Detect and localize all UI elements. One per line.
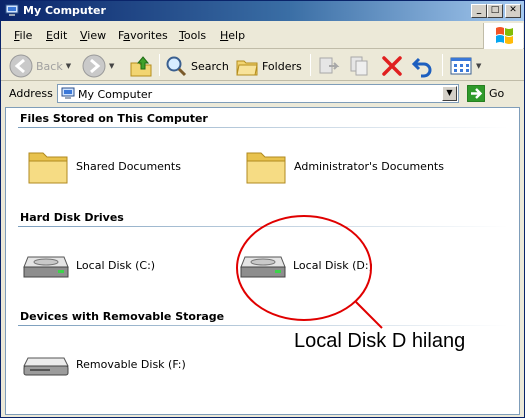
delete-button[interactable] bbox=[380, 53, 404, 79]
group-divider bbox=[18, 226, 508, 227]
forward-arrow-icon bbox=[82, 54, 106, 78]
menu-view[interactable]: View bbox=[80, 29, 106, 42]
minimize-button[interactable]: _ bbox=[471, 4, 487, 18]
folders-button[interactable]: Folders bbox=[235, 53, 302, 79]
my-computer-icon bbox=[5, 4, 19, 16]
file-view[interactable]: Files Stored on This Computer Shared Doc… bbox=[5, 107, 520, 415]
group-divider bbox=[18, 127, 508, 128]
delete-x-icon bbox=[382, 56, 402, 76]
undo-button[interactable] bbox=[411, 53, 435, 79]
address-dropdown-button[interactable]: ▼ bbox=[442, 86, 457, 101]
up-folder-button[interactable] bbox=[129, 53, 153, 79]
administrators-documents-item[interactable]: Administrator's Documents bbox=[244, 146, 444, 186]
move-to-button[interactable] bbox=[317, 53, 341, 79]
folder-icon bbox=[246, 152, 286, 184]
toolbar-separator bbox=[310, 54, 311, 76]
menu-help[interactable]: Help bbox=[220, 29, 245, 42]
folder-icon bbox=[28, 152, 68, 184]
go-arrow-icon bbox=[467, 85, 485, 102]
toolbar-separator bbox=[442, 54, 443, 76]
address-label: Address bbox=[9, 87, 53, 100]
explorer-window: My Computer _ □ ✕ File Edit View Favorit… bbox=[0, 0, 525, 418]
move-to-icon bbox=[319, 57, 340, 74]
windows-logo bbox=[483, 23, 523, 49]
local-disk-c-item[interactable]: Local Disk (C:) bbox=[22, 249, 155, 281]
search-button[interactable]: Search bbox=[164, 53, 229, 79]
group-divider bbox=[18, 325, 508, 326]
windows-flag-icon bbox=[496, 27, 513, 44]
group-header-hard-disk-drives: Hard Disk Drives bbox=[20, 211, 124, 224]
group-header-files: Files Stored on This Computer bbox=[20, 112, 208, 125]
annotation-text: Local Disk D hilang bbox=[294, 330, 466, 352]
hard-disk-icon bbox=[23, 256, 69, 278]
removable-disk-f-item[interactable]: Removable Disk (F:) bbox=[22, 348, 186, 380]
address-bar: Address My Computer ▼ Go bbox=[1, 82, 524, 105]
maximize-button[interactable]: □ bbox=[487, 4, 503, 18]
shared-documents-item[interactable]: Shared Documents bbox=[26, 146, 181, 186]
my-computer-icon bbox=[61, 87, 75, 99]
forward-button[interactable]: ▼ bbox=[82, 53, 114, 79]
standard-toolbar: Back ▼ ▼ Search Folders ▼ bbox=[1, 50, 524, 81]
toolbar-separator bbox=[159, 54, 160, 76]
menu-file[interactable]: File bbox=[14, 29, 32, 42]
copy-to-icon bbox=[350, 56, 368, 76]
back-button[interactable]: Back ▼ bbox=[9, 53, 71, 79]
menu-tools[interactable]: Tools bbox=[179, 29, 206, 42]
removable-disk-icon bbox=[23, 357, 69, 376]
group-header-removable-storage: Devices with Removable Storage bbox=[20, 310, 225, 323]
menu-edit[interactable]: Edit bbox=[46, 29, 67, 42]
window-title: My Computer bbox=[23, 4, 106, 17]
views-icon bbox=[450, 57, 472, 75]
menu-favorites[interactable]: Favorites bbox=[118, 29, 168, 42]
local-disk-d-item[interactable]: Local Disk (D:) bbox=[239, 249, 373, 281]
back-dropdown-icon[interactable]: ▼ bbox=[66, 62, 71, 70]
address-input[interactable]: My Computer ▼ bbox=[57, 84, 459, 103]
hard-disk-icon bbox=[240, 256, 286, 278]
menu-bar: File Edit View Favorites Tools Help bbox=[1, 23, 524, 49]
folders-icon bbox=[236, 60, 258, 76]
undo-icon bbox=[411, 57, 432, 78]
search-icon bbox=[166, 56, 187, 77]
up-folder-icon bbox=[130, 56, 152, 77]
copy-to-button[interactable] bbox=[348, 53, 372, 79]
back-arrow-icon bbox=[9, 54, 33, 78]
go-button[interactable]: Go bbox=[467, 85, 504, 102]
views-button[interactable]: ▼ bbox=[449, 53, 481, 79]
title-bar[interactable]: My Computer _ □ ✕ bbox=[1, 1, 524, 21]
forward-dropdown-icon[interactable]: ▼ bbox=[109, 62, 114, 70]
views-dropdown-icon[interactable]: ▼ bbox=[476, 62, 481, 70]
close-button[interactable]: ✕ bbox=[505, 4, 521, 18]
